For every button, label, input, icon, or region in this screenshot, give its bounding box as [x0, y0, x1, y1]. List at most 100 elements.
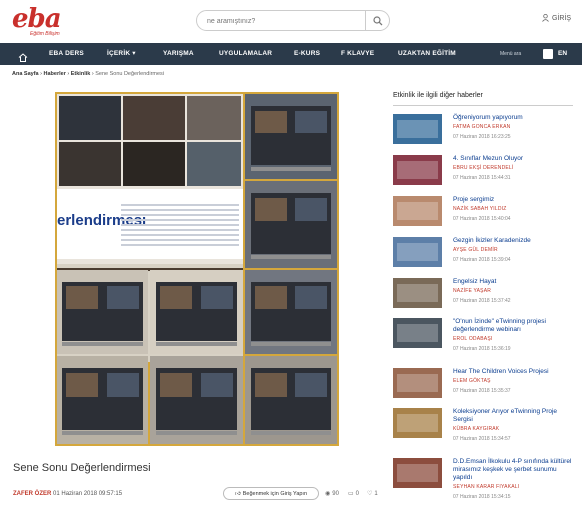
author-name[interactable]: ZAFER ÖZER [13, 491, 51, 497]
like-count-value: 1 [374, 490, 378, 497]
news-thumbnail[interactable] [393, 155, 442, 185]
breadcrumb-haberler[interactable]: Haberler [44, 71, 66, 77]
news-thumbnail[interactable] [393, 237, 442, 267]
comment-count[interactable]: ▭ 0 [348, 490, 360, 498]
news-author[interactable]: EROL ODABAŞI [453, 336, 492, 342]
view-count-value: 90 [332, 490, 339, 497]
nav-item-e-kurs[interactable]: E-KURS [294, 43, 320, 65]
news-title[interactable]: Proje sergimiz [453, 196, 577, 204]
news-item[interactable]: "O'nun İzinde" eTwinning projesi değerle… [393, 318, 578, 354]
menu-search-link[interactable]: Menü ara [500, 43, 521, 65]
article-image: erlendirmesi [55, 92, 339, 446]
collage-photo [245, 181, 337, 268]
news-author[interactable]: FATMA GONCA ERKAN [453, 124, 511, 130]
news-date: 07 Haziran 2018 15:37:42 [453, 298, 511, 304]
news-thumbnail[interactable] [393, 318, 442, 348]
comment-count-value: 0 [355, 490, 360, 497]
eye-icon: ◉ [325, 491, 331, 497]
news-item[interactable]: Engelsiz Hayat NAZİFE YAŞAR 07 Haziran 201… [393, 278, 578, 314]
view-count: ◉ 90 [325, 490, 339, 498]
news-date: 07 Haziran 2018 15:39:04 [453, 257, 511, 263]
nav-item-f-klavye[interactable]: F KLAVYE [341, 43, 374, 65]
news-thumbnail[interactable] [393, 408, 442, 438]
nav-item-yarisma[interactable]: YARIŞMA [163, 43, 194, 65]
video-tile [59, 142, 121, 186]
news-title[interactable]: D.D.Emsan İlkokulu 4-P sınıfında kültüre… [453, 458, 577, 482]
tv-icon[interactable] [543, 49, 553, 59]
news-author[interactable]: SEYHAN KARAR FIYAKALI [453, 484, 519, 490]
video-tile [187, 96, 241, 140]
news-item[interactable]: Koleksiyoner Arıyor eTwinning Proje Serg… [393, 408, 578, 444]
news-item[interactable]: Hear The Children Voices Projesi ELEM GÖK… [393, 368, 578, 404]
news-title[interactable]: Koleksiyoner Arıyor eTwinning Proje Serg… [453, 408, 577, 424]
news-title[interactable]: "O'nun İzinde" eTwinning projesi değerle… [453, 318, 577, 334]
login-link[interactable]: GİRİŞ [542, 14, 571, 22]
search-input[interactable] [207, 14, 357, 28]
news-author[interactable]: AYŞE GÜL DEMİR [453, 247, 498, 253]
news-author[interactable]: EBRU EKŞİ DERENDELİ [453, 165, 513, 171]
news-item[interactable]: D.D.Emsan İlkokulu 4-P sınıfında kültüre… [393, 458, 578, 500]
breadcrumb-home[interactable]: Ana Sayfa [12, 71, 39, 77]
news-title[interactable]: Öğreniyorum yapıyorum [453, 114, 577, 122]
comment-icon: ▭ [348, 491, 354, 497]
nav-item-uzaktan-egitim[interactable]: UZAKTAN EĞİTİM [398, 43, 456, 65]
video-tile [187, 142, 241, 186]
news-item[interactable]: Gezgin İkizler Karadenizde AYŞE GÜL DEMİR… [393, 237, 578, 273]
language-toggle[interactable]: EN [558, 43, 567, 65]
news-date: 07 Haziran 2018 15:34:15 [453, 494, 511, 500]
nav-item-icerik-label: İÇERİK [107, 50, 131, 57]
search-box [196, 10, 390, 31]
news-item[interactable]: 4. Sınıflar Mezun Oluyor EBRU EKŞİ DEREND… [393, 155, 578, 191]
search-icon [372, 15, 382, 25]
video-tile [123, 142, 185, 186]
news-title[interactable]: 4. Sınıflar Mezun Oluyor [453, 155, 577, 163]
news-author[interactable]: NAZİK SABAH YILDIZ [453, 206, 507, 212]
collage-photo [57, 270, 148, 354]
like-count: ♡ 1 [367, 490, 378, 498]
main-nav: EBA DERS İÇERİK ▾ YARIŞMA UYGULAMALAR E-… [0, 43, 582, 65]
home-button[interactable] [18, 49, 28, 67]
thumbs-up-icon: ♡ [367, 491, 373, 497]
news-title[interactable]: Gezgin İkizler Karadenizde [453, 237, 577, 245]
news-thumbnail[interactable] [393, 278, 442, 308]
like-login-button[interactable]: 👍︎ Beğenmek için Giriş Yapın [223, 487, 319, 500]
news-author[interactable]: ELEM GÖKTAŞ [453, 378, 491, 384]
top-bar: eba Eğitim Bilişim GİRİŞ [0, 0, 582, 42]
collage-photo [245, 94, 337, 179]
collage-photo [245, 270, 337, 354]
article-meta: ZAFER ÖZER 01 Haziran 2018 09:57:15 [13, 491, 122, 497]
video-tile [123, 96, 185, 140]
news-thumbnail[interactable] [393, 196, 442, 226]
news-thumbnail[interactable] [393, 458, 442, 488]
collage-photo [57, 356, 148, 444]
news-item[interactable]: Öğreniyorum yapıyorum FATMA GONCA ERKAN 07… [393, 114, 578, 150]
news-date: 07 Haziran 2018 15:34:57 [453, 436, 511, 442]
breadcrumb-etkinlik[interactable]: Etkinlik [71, 71, 91, 77]
collage-photo [150, 270, 243, 354]
eba-logo[interactable]: eba Eğitim Bilişim [12, 4, 68, 37]
search-button[interactable] [365, 10, 389, 31]
news-date: 07 Haziran 2018 15:35:37 [453, 388, 511, 394]
nav-item-eba-ders[interactable]: EBA DERS [49, 43, 84, 65]
divider [393, 105, 573, 106]
news-thumbnail[interactable] [393, 368, 442, 398]
news-title[interactable]: Engelsiz Hayat [453, 278, 577, 286]
nav-item-uygulamalar[interactable]: UYGULAMALAR [219, 43, 272, 65]
breadcrumb-separator: › [91, 71, 94, 77]
news-item[interactable]: Proje sergimiz NAZİK SABAH YILDIZ 07 Hazir… [393, 196, 578, 232]
logo-tagline: Eğitim Bilişim [30, 31, 60, 37]
video-tile [59, 96, 121, 140]
news-author[interactable]: NAZİFE YAŞAR [453, 288, 491, 294]
breadcrumb-current: Sene Sonu Değerlendirmesi [95, 71, 165, 77]
user-icon [542, 14, 549, 22]
news-title[interactable]: Hear The Children Voices Projesi [453, 368, 577, 376]
logo-text: eba [12, 4, 62, 34]
thumbs-up-icon: 👍︎ [234, 490, 241, 497]
nav-item-icerik[interactable]: İÇERİK ▾ [107, 43, 136, 65]
news-date: 07 Haziran 2018 16:23:25 [453, 134, 511, 140]
breadcrumb-separator: › [40, 71, 42, 77]
breadcrumb: Ana Sayfa › Haberler › Etkinlik › Sene S… [12, 71, 164, 77]
home-icon [18, 53, 28, 62]
news-author[interactable]: KÜBRA KAYGIRAK [453, 426, 499, 432]
news-thumbnail[interactable] [393, 114, 442, 144]
